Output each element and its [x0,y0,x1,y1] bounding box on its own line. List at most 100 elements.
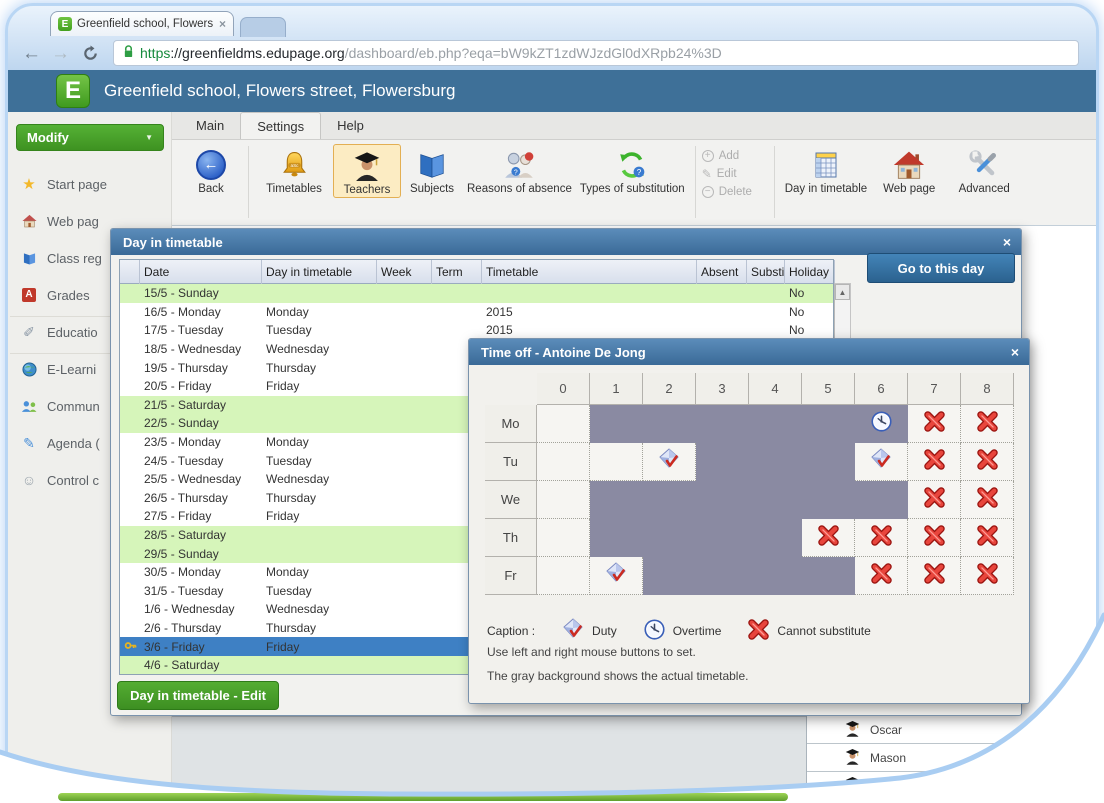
duty-icon [604,561,628,590]
browser-back-icon[interactable]: ← [22,44,41,63]
teacher-row[interactable]: Oscar [807,716,1096,744]
column-header-absent[interactable]: Absent [697,260,747,284]
timeoff-cell[interactable] [537,405,590,443]
column-header-date[interactable]: Date [140,260,262,284]
table-row[interactable]: 16/5 - MondayMonday2015No [120,303,833,322]
timeoff-cell[interactable] [590,443,643,481]
timeoff-cell[interactable] [643,481,696,519]
timeoff-cell[interactable] [590,557,643,595]
timeoff-cell[interactable] [749,481,802,519]
sidebar-item-label: E-Learni [47,362,96,377]
timeoff-cell[interactable] [802,481,855,519]
timeoff-cell[interactable] [643,519,696,557]
browser-reload-icon[interactable] [82,45,99,62]
column-header-substitu[interactable]: Substitu [747,260,785,284]
timeoff-cell[interactable] [802,443,855,481]
close-icon[interactable]: × [1003,234,1011,250]
dialog-title-bar[interactable]: Day in timetable × [111,229,1021,255]
timeoff-cell[interactable] [537,557,590,595]
subjects-button[interactable]: Subjects [401,144,463,196]
tab-settings[interactable]: Settings [240,112,321,139]
tab-main[interactable]: Main [180,112,240,139]
day-in-timetable-edit-button[interactable]: Day in timetable - Edit [117,681,279,710]
timeoff-cell[interactable] [749,557,802,595]
tab-help[interactable]: Help [321,112,380,139]
timeoff-cell[interactable] [643,557,696,595]
ribbon-tabs: Main Settings Help [172,112,1096,140]
cannot-substitute-icon [976,486,999,514]
column-header-week[interactable]: Week [377,260,432,284]
types-of-substitution-button[interactable]: ? Types of substitution [576,144,689,196]
timeoff-cell[interactable] [696,443,749,481]
reasons-of-absence-button[interactable]: ? Reasons of absence [463,144,576,196]
modify-button[interactable]: Modify ▼ [16,124,164,151]
cell-day-in-timetable: Wednesday [262,472,377,486]
column-header-timetable[interactable]: Timetable [482,260,697,284]
timeoff-cell[interactable] [696,557,749,595]
tab-close-icon[interactable]: × [219,17,226,31]
edit-button[interactable]: ✎Edit [702,167,737,181]
browser-tab[interactable]: E Greenfield school, Flowers × [50,11,234,36]
timeoff-cell[interactable] [802,519,855,557]
advanced-button[interactable]: Advanced [947,144,1021,196]
column-header-term[interactable]: Term [432,260,482,284]
delete-button[interactable]: −Delete [702,186,752,198]
day-label-fr: Fr [485,557,537,595]
teacher-row[interactable]: Mason [807,744,1096,772]
timeoff-cell[interactable] [855,519,908,557]
back-button[interactable]: ← Back [180,144,242,196]
timeoff-cell[interactable] [749,443,802,481]
timeoff-cell[interactable] [537,519,590,557]
scroll-up-icon[interactable]: ▲ [835,284,850,300]
timeoff-cell[interactable] [696,405,749,443]
column-header-empty [120,260,140,284]
timeoff-cell[interactable] [961,519,1014,557]
timeoff-cell[interactable] [961,405,1014,443]
timeoff-cell[interactable] [908,481,961,519]
address-bar[interactable]: https://greenfieldms.edupage.org/dashboa… [113,40,1079,66]
timeoff-cell[interactable] [590,405,643,443]
day-in-timetable-button[interactable]: Day in timetable [781,144,871,196]
timeoff-cell[interactable] [643,443,696,481]
cell-day-in-timetable: Monday [262,435,377,449]
sidebar-item-start-page[interactable]: ★Start page [20,173,170,195]
timeoff-cell[interactable] [908,405,961,443]
day-label-we: We [485,481,537,519]
timeoff-cell[interactable] [590,519,643,557]
timeoff-cell[interactable] [855,443,908,481]
teacher-row[interactable]: Jose [807,772,1096,800]
timeoff-cell[interactable] [961,557,1014,595]
timeoff-cell[interactable] [749,519,802,557]
go-to-this-day-button[interactable]: Go to this day [867,253,1015,283]
timeoff-cell[interactable] [961,481,1014,519]
timeoff-cell[interactable] [590,481,643,519]
timeoff-cell[interactable] [749,405,802,443]
timeoff-cell[interactable] [855,405,908,443]
timeoff-cell[interactable] [961,443,1014,481]
timeoff-cell[interactable] [855,557,908,595]
timeoff-cell[interactable] [802,405,855,443]
table-row[interactable]: 17/5 - TuesdayTuesday2015No [120,321,833,340]
dialog-title-bar[interactable]: Time off - Antoine De Jong × [469,339,1029,365]
timetables-button[interactable]: aSc Timetables [255,144,333,196]
browser-forward-icon[interactable]: → [51,44,70,63]
duty-icon [657,447,681,476]
web-page-button[interactable]: Web page [871,144,947,196]
timeoff-cell[interactable] [696,481,749,519]
timeoff-cell[interactable] [696,519,749,557]
timeoff-cell[interactable] [908,557,961,595]
new-tab-button[interactable] [240,17,286,37]
timeoff-cell[interactable] [537,443,590,481]
timeoff-cell[interactable] [908,519,961,557]
column-header-holiday[interactable]: Holiday [785,260,835,284]
timeoff-cell[interactable] [908,443,961,481]
add-button[interactable]: +Add [702,150,739,162]
timeoff-cell[interactable] [537,481,590,519]
table-row[interactable]: 15/5 - SundayNo [120,284,833,303]
column-header-day-in-timetable[interactable]: Day in timetable [262,260,377,284]
timeoff-cell[interactable] [802,557,855,595]
timeoff-cell[interactable] [643,405,696,443]
timeoff-cell[interactable] [855,481,908,519]
close-icon[interactable]: × [1011,344,1019,360]
teachers-button[interactable]: Teachers [333,144,401,198]
